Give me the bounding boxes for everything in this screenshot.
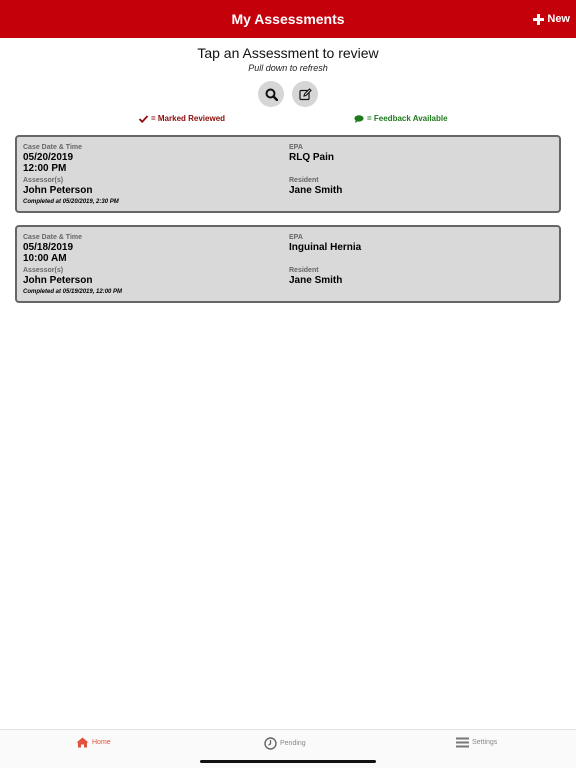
assessor-label: Assessor(s) <box>23 177 64 184</box>
case-date-value: 05/18/2019 <box>23 242 74 253</box>
epa-label: EPA <box>289 234 303 241</box>
review-prompt: Tap an Assessment to review <box>197 45 379 61</box>
search-icon <box>265 88 278 101</box>
case-date-label: Case Date & Time <box>23 144 83 151</box>
case-date-field: Case Date & Time 05/20/2019 12:00 PM <box>23 143 82 174</box>
case-date-value: 05/20/2019 <box>23 152 74 163</box>
legend-feedback-label: = Feedback Available <box>367 114 448 123</box>
case-time-value: 10:00 AM <box>23 253 67 264</box>
home-icon <box>76 737 89 748</box>
tab-pending-label: Pending <box>280 740 306 747</box>
legend-reviewed-label: = Marked Reviewed <box>151 114 226 123</box>
epa-label: EPA <box>289 144 303 151</box>
edit-button[interactable] <box>292 81 318 107</box>
assessor-label: Assessor(s) <box>23 267 64 274</box>
tab-settings-label: Settings <box>472 739 498 746</box>
tab-home-label: Home <box>92 739 111 746</box>
epa-field: EPA Inguinal Hernia <box>289 233 361 253</box>
edit-icon <box>298 87 312 100</box>
case-time-value: 12:00 PM <box>23 163 67 174</box>
new-assessment-button[interactable]: New <box>533 0 570 38</box>
completed-timestamp: Completed at 05/19/2019, 12:00 PM <box>23 289 123 295</box>
legend-reviewed: = Marked Reviewed <box>139 114 225 123</box>
assessor-field: Assessor(s) John Peterson <box>23 266 92 286</box>
resident-label: Resident <box>289 267 319 274</box>
new-button-label: New <box>547 13 570 25</box>
case-date-field: Case Date & Time 05/18/2019 10:00 AM <box>23 233 82 264</box>
assessment-card[interactable]: Case Date & Time 05/20/2019 12:00 PM EPA… <box>15 135 561 213</box>
resident-label: Resident <box>289 177 319 184</box>
menu-icon <box>456 737 469 748</box>
plus-icon <box>533 13 545 25</box>
completed-timestamp: Completed at 05/20/2019, 2:30 PM <box>23 199 119 205</box>
assessor-value: John Peterson <box>23 185 93 196</box>
epa-value: RLQ Pain <box>289 152 335 163</box>
clock-icon <box>264 737 277 750</box>
checkmark-icon <box>139 114 148 123</box>
epa-value: Inguinal Hernia <box>289 242 362 253</box>
navigation-bar: My Assessments New <box>0 0 576 38</box>
tab-settings[interactable]: Settings <box>456 737 497 748</box>
tab-pending[interactable]: Pending <box>264 737 306 750</box>
epa-field: EPA RLQ Pain <box>289 143 334 163</box>
resident-field: Resident Jane Smith <box>289 176 342 196</box>
search-button[interactable] <box>258 81 284 107</box>
refresh-hint: Pull down to refresh <box>248 63 328 73</box>
resident-field: Resident Jane Smith <box>289 266 342 286</box>
home-indicator <box>200 760 376 763</box>
legend-feedback: = Feedback Available <box>354 114 448 123</box>
assessment-card[interactable]: Case Date & Time 05/18/2019 10:00 AM EPA… <box>15 225 561 303</box>
resident-value: Jane Smith <box>289 185 343 196</box>
page-title: My Assessments <box>231 11 345 27</box>
speech-bubble-icon <box>354 114 364 123</box>
tab-home[interactable]: Home <box>76 737 111 748</box>
assessor-value: John Peterson <box>23 275 93 286</box>
case-date-label: Case Date & Time <box>23 234 83 241</box>
resident-value: Jane Smith <box>289 275 343 286</box>
assessor-field: Assessor(s) John Peterson <box>23 176 92 196</box>
